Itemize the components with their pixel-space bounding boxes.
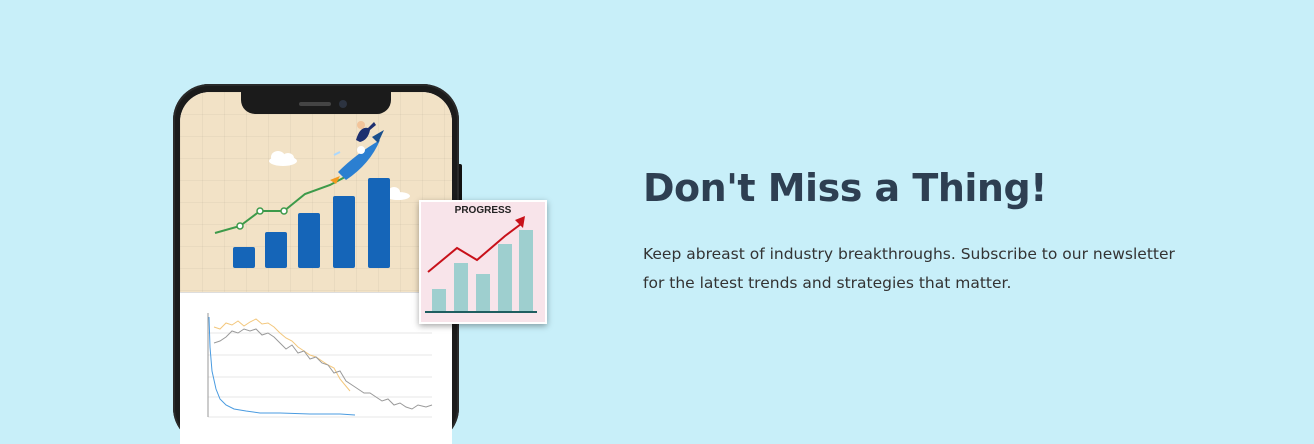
- phone-screen: [180, 92, 452, 444]
- newsletter-heading: Don't Miss a Thing!: [643, 166, 1048, 210]
- description-line-1: Keep abreast of industry breakthroughs. …: [643, 245, 1175, 263]
- growth-illustration: [180, 92, 452, 292]
- growth-trend-line: [214, 176, 346, 234]
- rocket-icon: [330, 121, 384, 184]
- newsletter-description: Keep abreast of industry breakthroughs. …: [643, 240, 1203, 298]
- newsletter-banner: PROGRESS Don't Miss a Thing! Keep abreas…: [0, 0, 1314, 444]
- progress-card: PROGRESS: [419, 200, 547, 324]
- phone-notch: [241, 92, 391, 114]
- speaker-icon: [299, 102, 331, 106]
- training-progress-plot: [180, 292, 452, 444]
- cloud-icon: [269, 151, 297, 166]
- camera-icon: [339, 100, 347, 108]
- progress-bars: [432, 230, 533, 311]
- phone-illustration: [173, 84, 462, 444]
- description-line-2: for the latest trends and strategies tha…: [643, 274, 1012, 292]
